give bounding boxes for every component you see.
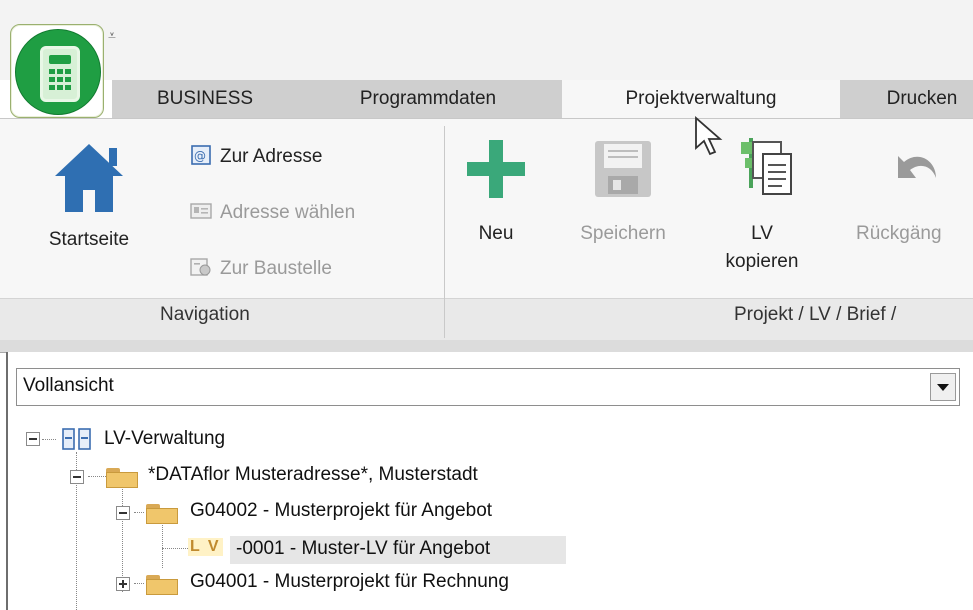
speichern-button[interactable]: Speichern xyxy=(558,138,688,248)
zur-adresse-button[interactable]: @ Zur Adresse xyxy=(190,142,322,172)
rueckgaengig-label: Rückgäng xyxy=(856,223,942,244)
undo-icon xyxy=(898,156,936,178)
view-select[interactable]: Vollansicht xyxy=(16,368,960,406)
tree-expand-toggle[interactable] xyxy=(116,577,130,591)
app-menu-button[interactable] xyxy=(10,24,104,118)
folder-icon xyxy=(146,502,178,524)
adresse-waehlen-button[interactable]: Adresse wählen xyxy=(190,198,355,228)
lv-management-icon xyxy=(62,428,91,450)
neu-label: Neu xyxy=(478,223,514,244)
lv-kopieren-label-line2: kopieren xyxy=(725,251,799,272)
tree-line xyxy=(162,548,190,549)
app-logo xyxy=(15,29,101,115)
tree-line xyxy=(88,476,106,477)
tab-programmdaten[interactable]: Programmdaten xyxy=(318,80,538,118)
construction-site-icon xyxy=(190,258,211,276)
rueckgaengig-button[interactable]: Rückgäng xyxy=(848,138,973,248)
tree-line xyxy=(42,439,56,440)
svg-text:@: @ xyxy=(194,149,206,163)
lv-badge-icon: L V xyxy=(188,538,223,556)
group-separator xyxy=(444,126,445,338)
zur-baustelle-button[interactable]: Zur Baustelle xyxy=(190,254,332,284)
view-select-value: Vollansicht xyxy=(23,375,114,396)
address-book-icon: @ xyxy=(191,145,211,165)
speichern-label: Speichern xyxy=(580,223,666,244)
group-label-navigation: Navigation xyxy=(160,304,250,325)
folder-icon xyxy=(146,573,178,595)
quick-access-bar xyxy=(0,0,973,80)
neu-button[interactable]: Neu xyxy=(460,138,532,248)
tree-line xyxy=(162,518,163,568)
tree-collapse-toggle[interactable] xyxy=(26,432,40,446)
address-card-icon xyxy=(190,203,212,219)
mouse-cursor-icon xyxy=(695,116,723,156)
quick-access-dropdown-icon[interactable]: ⩡ xyxy=(108,28,116,42)
zur-adresse-label: Zur Adresse xyxy=(220,146,323,167)
startseite-button[interactable]: Startseite xyxy=(24,138,154,254)
tree-line xyxy=(134,512,144,513)
tree-item-project-g04001[interactable]: G04001 - Musterprojekt für Rechnung xyxy=(190,571,509,593)
lv-kopieren-label-line1: LV xyxy=(751,223,773,244)
tree-line xyxy=(134,583,144,584)
startseite-label: Startseite xyxy=(48,229,130,250)
calculator-icon xyxy=(40,46,80,102)
group-label-projekt: Projekt / LV / Brief / xyxy=(734,304,897,325)
tab-drucken[interactable]: Drucken xyxy=(862,80,973,118)
tree-collapse-toggle[interactable] xyxy=(70,470,84,484)
chevron-down-icon[interactable] xyxy=(930,373,956,401)
home-icon xyxy=(55,144,123,212)
tree-collapse-toggle[interactable] xyxy=(116,506,130,520)
plus-icon xyxy=(467,140,525,198)
save-icon xyxy=(595,141,651,197)
zur-baustelle-label: Zur Baustelle xyxy=(220,258,332,279)
copy-lv-icon xyxy=(741,138,792,195)
tree-item-lv-0001[interactable]: -0001 - Muster-LV für Angebot xyxy=(236,538,490,560)
tab-projektverwaltung[interactable]: Projektverwaltung xyxy=(562,80,840,120)
tree-item-address[interactable]: *DATAflor Musteradresse*, Musterstadt xyxy=(148,464,478,486)
tree-item-project-g04002[interactable]: G04002 - Musterprojekt für Angebot xyxy=(190,500,492,522)
tree-line xyxy=(122,482,123,592)
tab-business[interactable]: BUSINESS xyxy=(140,80,270,118)
folder-icon xyxy=(106,466,138,488)
tree-item-root[interactable]: LV-Verwaltung xyxy=(104,428,225,450)
adresse-waehlen-label: Adresse wählen xyxy=(220,202,356,223)
